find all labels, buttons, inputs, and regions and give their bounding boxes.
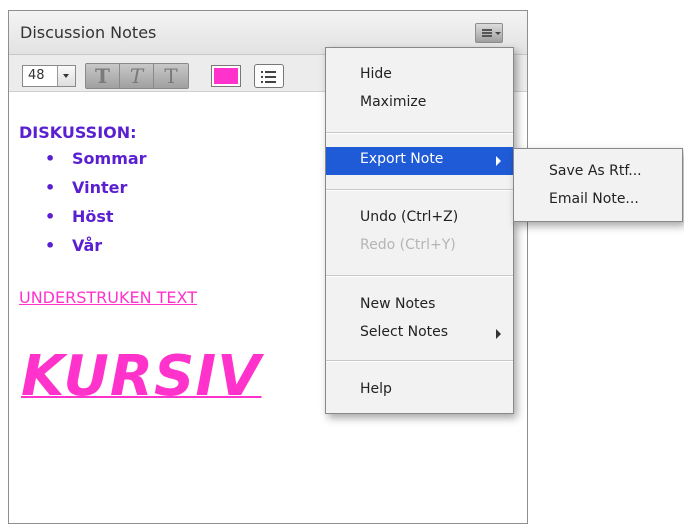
note-heading: DISKUSSION:: [19, 123, 137, 142]
menu-item-new-notes[interactable]: New Notes: [326, 292, 513, 320]
underlined-text: UNDERSTRUKEN TEXT: [19, 288, 197, 307]
export-note-submenu: Save As Rtf... Email Note...: [513, 148, 683, 222]
menu-divider: [326, 360, 513, 362]
list-item: • Vår: [45, 236, 103, 255]
bullet-list: • Sommar • Vinter • Höst • Vår: [45, 149, 147, 265]
font-size-value: 48: [28, 68, 45, 83]
menu-item-email-note[interactable]: Email Note...: [514, 187, 682, 215]
chevron-down-icon[interactable]: [57, 66, 75, 86]
chevron-right-icon: [496, 156, 501, 166]
menu-item-redo: Redo (Ctrl+Y): [360, 237, 456, 253]
font-size-select[interactable]: 48: [22, 65, 76, 87]
list-item: • Höst: [45, 207, 114, 226]
menu-item-save-as-rtf[interactable]: Save As Rtf...: [514, 159, 682, 187]
menu-divider: [326, 189, 513, 191]
menu-item-maximize[interactable]: Maximize: [326, 90, 513, 118]
italic-button[interactable]: T: [120, 64, 154, 88]
bold-button[interactable]: T: [86, 64, 120, 88]
format-button-group: T T T: [85, 63, 189, 89]
menu-item-export-note[interactable]: Export Note: [326, 147, 513, 175]
menu-item-select-notes[interactable]: Select Notes: [326, 320, 513, 348]
pod-options-menu: Hide Maximize Export Note Undo (Ctrl+Z) …: [325, 47, 514, 414]
bullet-list-button[interactable]: [254, 64, 284, 88]
color-swatch-fill: [214, 68, 238, 84]
menu-divider: [326, 132, 513, 134]
pod-title: Discussion Notes: [20, 23, 157, 42]
list-item: • Sommar: [45, 149, 147, 168]
italic-text: KURSIV: [21, 344, 262, 409]
menu-divider: [326, 275, 513, 277]
text-color-swatch[interactable]: [211, 65, 241, 87]
menu-item-help[interactable]: Help: [326, 377, 513, 405]
caret-down-icon: [495, 32, 501, 35]
pod-options-button[interactable]: [475, 23, 503, 43]
underline-button[interactable]: T: [154, 64, 188, 88]
menu-lines-icon: [482, 29, 492, 37]
chevron-right-icon: [496, 329, 501, 339]
menu-item-hide[interactable]: Hide: [326, 62, 513, 90]
list-item: • Vinter: [45, 178, 128, 197]
menu-item-undo[interactable]: Undo (Ctrl+Z): [326, 205, 513, 233]
